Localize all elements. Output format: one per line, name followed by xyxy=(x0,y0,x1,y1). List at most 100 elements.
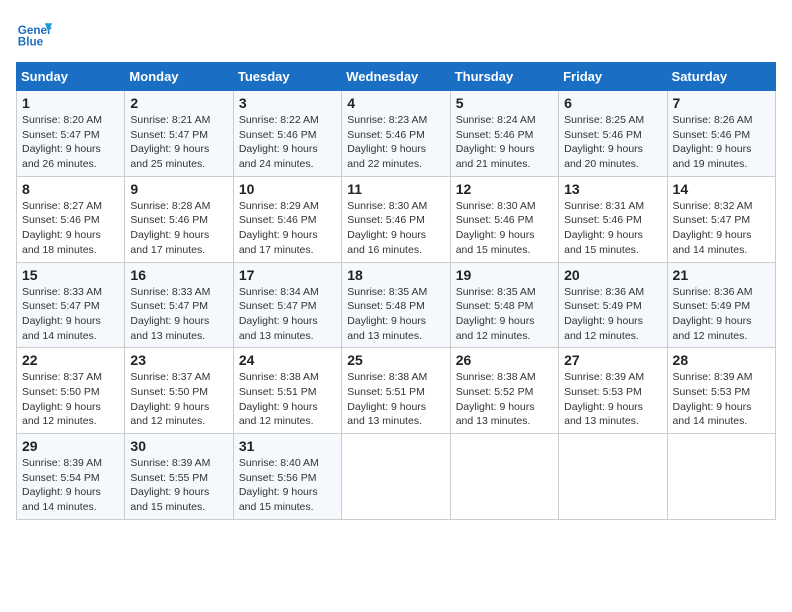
calendar-cell: 27 Sunrise: 8:39 AM Sunset: 5:53 PM Dayl… xyxy=(559,348,667,434)
day-info: Sunrise: 8:33 AM Sunset: 5:47 PM Dayligh… xyxy=(22,285,119,344)
day-number: 9 xyxy=(130,181,227,197)
sunrise-label: Sunrise: 8:36 AM xyxy=(564,286,644,298)
week-row: 8 Sunrise: 8:27 AM Sunset: 5:46 PM Dayli… xyxy=(17,176,776,262)
calendar-cell: 7 Sunrise: 8:26 AM Sunset: 5:46 PM Dayli… xyxy=(667,91,775,177)
sunset-label: Sunset: 5:46 PM xyxy=(130,214,208,226)
sunrise-label: Sunrise: 8:39 AM xyxy=(673,371,753,383)
logo: General Blue xyxy=(16,16,52,52)
sunset-label: Sunset: 5:46 PM xyxy=(347,214,425,226)
day-info: Sunrise: 8:38 AM Sunset: 5:51 PM Dayligh… xyxy=(239,370,336,429)
col-header-tuesday: Tuesday xyxy=(233,63,341,91)
day-number: 4 xyxy=(347,95,444,111)
calendar-cell: 8 Sunrise: 8:27 AM Sunset: 5:46 PM Dayli… xyxy=(17,176,125,262)
sunset-label: Sunset: 5:47 PM xyxy=(22,129,100,141)
calendar-table: SundayMondayTuesdayWednesdayThursdayFrid… xyxy=(16,62,776,520)
day-number: 2 xyxy=(130,95,227,111)
day-info: Sunrise: 8:38 AM Sunset: 5:52 PM Dayligh… xyxy=(456,370,553,429)
week-row: 29 Sunrise: 8:39 AM Sunset: 5:54 PM Dayl… xyxy=(17,434,776,520)
calendar-cell xyxy=(450,434,558,520)
sunrise-label: Sunrise: 8:23 AM xyxy=(347,114,427,126)
calendar-cell: 26 Sunrise: 8:38 AM Sunset: 5:52 PM Dayl… xyxy=(450,348,558,434)
sunrise-label: Sunrise: 8:30 AM xyxy=(347,200,427,212)
sunset-label: Sunset: 5:47 PM xyxy=(130,129,208,141)
daylight-label: Daylight: 9 hours and 13 minutes. xyxy=(456,401,535,428)
sunrise-label: Sunrise: 8:27 AM xyxy=(22,200,102,212)
day-info: Sunrise: 8:39 AM Sunset: 5:54 PM Dayligh… xyxy=(22,456,119,515)
sunset-label: Sunset: 5:51 PM xyxy=(239,386,317,398)
sunset-label: Sunset: 5:50 PM xyxy=(130,386,208,398)
sunset-label: Sunset: 5:46 PM xyxy=(673,129,751,141)
sunset-label: Sunset: 5:46 PM xyxy=(456,129,534,141)
calendar-cell: 16 Sunrise: 8:33 AM Sunset: 5:47 PM Dayl… xyxy=(125,262,233,348)
daylight-label: Daylight: 9 hours and 15 minutes. xyxy=(239,486,318,513)
sunset-label: Sunset: 5:49 PM xyxy=(673,300,751,312)
daylight-label: Daylight: 9 hours and 13 minutes. xyxy=(347,401,426,428)
day-number: 13 xyxy=(564,181,661,197)
daylight-label: Daylight: 9 hours and 13 minutes. xyxy=(564,401,643,428)
calendar-cell: 25 Sunrise: 8:38 AM Sunset: 5:51 PM Dayl… xyxy=(342,348,450,434)
sunrise-label: Sunrise: 8:37 AM xyxy=(22,371,102,383)
day-info: Sunrise: 8:36 AM Sunset: 5:49 PM Dayligh… xyxy=(564,285,661,344)
day-info: Sunrise: 8:30 AM Sunset: 5:46 PM Dayligh… xyxy=(347,199,444,258)
calendar-cell: 4 Sunrise: 8:23 AM Sunset: 5:46 PM Dayli… xyxy=(342,91,450,177)
daylight-label: Daylight: 9 hours and 12 minutes. xyxy=(456,315,535,342)
day-info: Sunrise: 8:32 AM Sunset: 5:47 PM Dayligh… xyxy=(673,199,770,258)
day-number: 17 xyxy=(239,267,336,283)
daylight-label: Daylight: 9 hours and 16 minutes. xyxy=(347,229,426,256)
sunset-label: Sunset: 5:53 PM xyxy=(564,386,642,398)
day-number: 15 xyxy=(22,267,119,283)
daylight-label: Daylight: 9 hours and 26 minutes. xyxy=(22,143,101,170)
day-info: Sunrise: 8:33 AM Sunset: 5:47 PM Dayligh… xyxy=(130,285,227,344)
sunset-label: Sunset: 5:47 PM xyxy=(673,214,751,226)
day-number: 20 xyxy=(564,267,661,283)
calendar-cell: 5 Sunrise: 8:24 AM Sunset: 5:46 PM Dayli… xyxy=(450,91,558,177)
daylight-label: Daylight: 9 hours and 24 minutes. xyxy=(239,143,318,170)
sunset-label: Sunset: 5:47 PM xyxy=(130,300,208,312)
week-row: 1 Sunrise: 8:20 AM Sunset: 5:47 PM Dayli… xyxy=(17,91,776,177)
daylight-label: Daylight: 9 hours and 25 minutes. xyxy=(130,143,209,170)
day-number: 14 xyxy=(673,181,770,197)
sunset-label: Sunset: 5:56 PM xyxy=(239,472,317,484)
sunrise-label: Sunrise: 8:39 AM xyxy=(22,457,102,469)
svg-text:Blue: Blue xyxy=(18,36,44,49)
sunset-label: Sunset: 5:48 PM xyxy=(347,300,425,312)
calendar-cell: 9 Sunrise: 8:28 AM Sunset: 5:46 PM Dayli… xyxy=(125,176,233,262)
col-header-thursday: Thursday xyxy=(450,63,558,91)
sunrise-label: Sunrise: 8:35 AM xyxy=(347,286,427,298)
day-number: 24 xyxy=(239,352,336,368)
calendar-cell: 20 Sunrise: 8:36 AM Sunset: 5:49 PM Dayl… xyxy=(559,262,667,348)
sunrise-label: Sunrise: 8:37 AM xyxy=(130,371,210,383)
sunrise-label: Sunrise: 8:39 AM xyxy=(130,457,210,469)
day-info: Sunrise: 8:39 AM Sunset: 5:53 PM Dayligh… xyxy=(564,370,661,429)
day-info: Sunrise: 8:35 AM Sunset: 5:48 PM Dayligh… xyxy=(456,285,553,344)
calendar-cell: 1 Sunrise: 8:20 AM Sunset: 5:47 PM Dayli… xyxy=(17,91,125,177)
daylight-label: Daylight: 9 hours and 12 minutes. xyxy=(673,315,752,342)
day-info: Sunrise: 8:27 AM Sunset: 5:46 PM Dayligh… xyxy=(22,199,119,258)
daylight-label: Daylight: 9 hours and 15 minutes. xyxy=(564,229,643,256)
day-info: Sunrise: 8:24 AM Sunset: 5:46 PM Dayligh… xyxy=(456,113,553,172)
sunrise-label: Sunrise: 8:26 AM xyxy=(673,114,753,126)
col-header-saturday: Saturday xyxy=(667,63,775,91)
calendar-cell: 3 Sunrise: 8:22 AM Sunset: 5:46 PM Dayli… xyxy=(233,91,341,177)
day-info: Sunrise: 8:37 AM Sunset: 5:50 PM Dayligh… xyxy=(22,370,119,429)
calendar-cell: 11 Sunrise: 8:30 AM Sunset: 5:46 PM Dayl… xyxy=(342,176,450,262)
calendar-cell: 15 Sunrise: 8:33 AM Sunset: 5:47 PM Dayl… xyxy=(17,262,125,348)
sunset-label: Sunset: 5:53 PM xyxy=(673,386,751,398)
daylight-label: Daylight: 9 hours and 13 minutes. xyxy=(347,315,426,342)
day-info: Sunrise: 8:29 AM Sunset: 5:46 PM Dayligh… xyxy=(239,199,336,258)
sunrise-label: Sunrise: 8:33 AM xyxy=(22,286,102,298)
calendar-cell: 12 Sunrise: 8:30 AM Sunset: 5:46 PM Dayl… xyxy=(450,176,558,262)
daylight-label: Daylight: 9 hours and 14 minutes. xyxy=(673,401,752,428)
sunset-label: Sunset: 5:55 PM xyxy=(130,472,208,484)
sunset-label: Sunset: 5:52 PM xyxy=(456,386,534,398)
sunset-label: Sunset: 5:46 PM xyxy=(564,214,642,226)
calendar-cell: 17 Sunrise: 8:34 AM Sunset: 5:47 PM Dayl… xyxy=(233,262,341,348)
daylight-label: Daylight: 9 hours and 14 minutes. xyxy=(22,486,101,513)
day-number: 10 xyxy=(239,181,336,197)
sunrise-label: Sunrise: 8:28 AM xyxy=(130,200,210,212)
sunrise-label: Sunrise: 8:25 AM xyxy=(564,114,644,126)
day-number: 12 xyxy=(456,181,553,197)
col-header-wednesday: Wednesday xyxy=(342,63,450,91)
sunrise-label: Sunrise: 8:22 AM xyxy=(239,114,319,126)
week-row: 15 Sunrise: 8:33 AM Sunset: 5:47 PM Dayl… xyxy=(17,262,776,348)
